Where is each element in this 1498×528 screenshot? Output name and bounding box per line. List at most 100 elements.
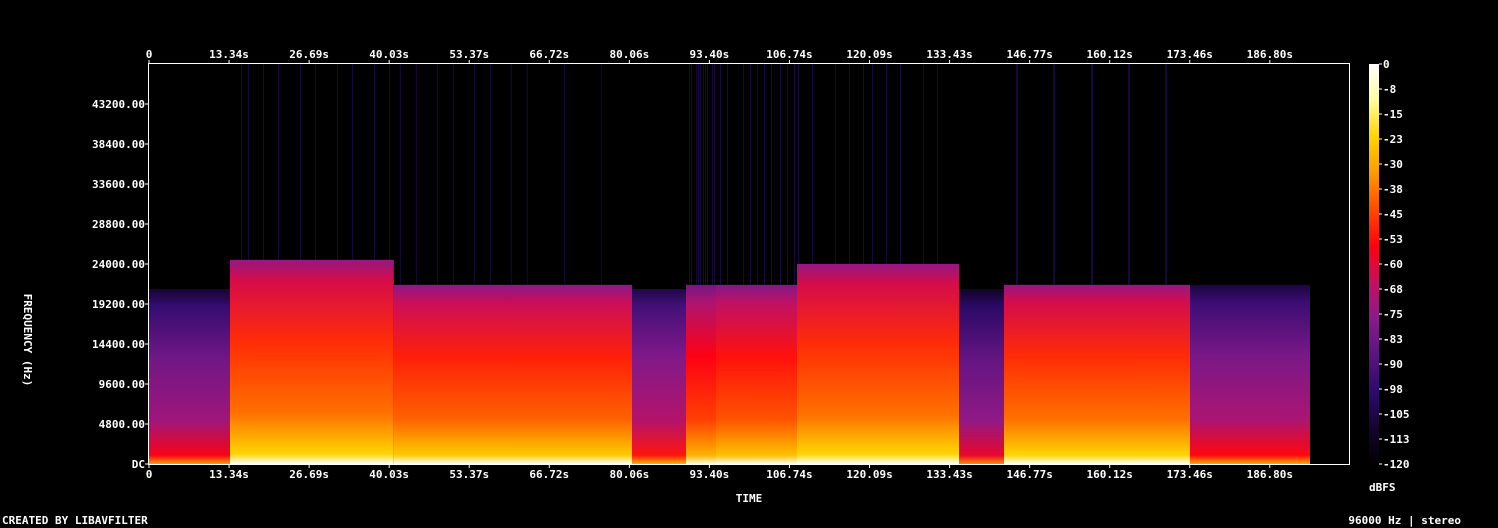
transient-streak (794, 64, 795, 285)
spectrogram-segment (797, 264, 959, 464)
x-tick-label-top: 66.72s (529, 48, 569, 61)
footer-credit: CREATED BY LIBAVFILTER (2, 514, 148, 527)
transient-streak (872, 64, 873, 264)
transient-streak (600, 64, 602, 285)
transient-streak (315, 64, 316, 260)
x-tick-label-bottom: 80.06s (609, 468, 649, 481)
x-ticks-top: 0 13.34s 26.69s 40.03s 53.37s 66.72s 80.06s 93.… (146, 48, 1293, 64)
colorbar-tick-label: -90 (1383, 358, 1403, 371)
x-tick-label-top: 93.40s (690, 48, 730, 61)
colorbar-tick-label: -98 (1383, 383, 1403, 396)
colorbar-tick-label: -38 (1383, 183, 1403, 196)
transient-streak (1166, 64, 1167, 285)
colorbar-tick-label: -8 (1383, 83, 1396, 96)
x-tick-label-top: 146.77s (1006, 48, 1052, 61)
x-tick-label-bottom: 53.37s (449, 468, 489, 481)
transient-streak (787, 64, 788, 285)
transient-streak (510, 64, 512, 285)
transient-streak (1053, 64, 1054, 285)
x-tick-label-top: 173.46s (1167, 48, 1213, 61)
transient-streak (863, 64, 864, 264)
spectrogram-segment (393, 284, 632, 464)
colorbar-ticks: 0 -8 -15 -23 -30 -38 -45 -53 -60 -68 -75 -83 -90 -98 -… (1379, 58, 1410, 471)
colorbar-tick-label: -23 (1383, 133, 1403, 146)
transient-streak (750, 64, 751, 285)
colorbar-tick-label: -105 (1383, 408, 1410, 421)
x-tick-label-top: 80.06s (609, 48, 649, 61)
colorbar-tick-label: -75 (1383, 308, 1403, 321)
x-ticks-bottom: 0 13.34s 26.69s 40.03s 53.37s 66.72s 80.06s 93.… (146, 464, 1293, 481)
spectrogram-segment (632, 289, 686, 464)
transient-streak (248, 64, 249, 260)
x-tick-label-top: 13.34s (209, 48, 249, 61)
y-tick-label: 14400.00 (92, 338, 145, 351)
x-tick-label-bottom: 66.72s (529, 468, 569, 481)
spectrogram-segment (149, 289, 230, 464)
y-tick-label: 38400.00 (92, 138, 145, 151)
transient-streak (691, 64, 692, 285)
transient-streak (399, 64, 401, 285)
x-tick-label-bottom: 160.12s (1087, 468, 1133, 481)
y-ticks: DC 4800.00 9600.00 14400.00 19200.00 24000.00… (92, 98, 149, 471)
x-tick-label-top: 120.09s (846, 48, 892, 61)
x-tick-label-bottom: 93.40s (690, 468, 730, 481)
x-tick-label-top: 106.74s (766, 48, 812, 61)
transient-streak (743, 64, 744, 285)
transient-streak (374, 64, 375, 260)
transient-streak (241, 64, 242, 260)
transient-streak (473, 64, 475, 285)
y-tick-label: 19200.00 (92, 298, 145, 311)
spectrogram-segment (959, 289, 1004, 464)
y-tick-label: 4800.00 (99, 418, 145, 431)
transient-streak (352, 64, 353, 260)
spectrogram-chart: 0 13.34s 26.69s 40.03s 53.37s 66.72s 80.06s 93.… (21, 48, 1410, 505)
x-tick-label-bottom: 26.69s (289, 468, 329, 481)
transient-streak (1016, 64, 1017, 285)
transient-streak (1128, 64, 1129, 285)
spectrogram-segment (1190, 284, 1310, 464)
colorbar-tick-label: -83 (1383, 333, 1403, 346)
x-tick-label-bottom: 133.43s (926, 468, 972, 481)
y-axis-label: FREQUENCY (Hz) (21, 294, 34, 387)
spectrogram-segment (686, 284, 716, 464)
transient-streak (707, 64, 708, 285)
transient-streak (278, 64, 279, 260)
y-tick-label: DC (132, 458, 145, 471)
transient-streak (415, 64, 417, 285)
transient-streak (452, 64, 454, 285)
transient-streak (1165, 64, 1166, 285)
transient-streak (1129, 64, 1130, 285)
colorbar-tick-label: 0 (1383, 58, 1390, 71)
transient-streak (720, 64, 721, 285)
transient-streak (798, 64, 799, 264)
colorbar-tick-label: -68 (1383, 283, 1403, 296)
transient-streak (337, 64, 338, 260)
colorbar-tick-label: -53 (1383, 233, 1403, 246)
x-axis-label: TIME (736, 492, 763, 505)
x-tick-label-top: 186.80s (1247, 48, 1293, 61)
transient-streak (712, 64, 713, 285)
x-tick-label-top: 160.12s (1087, 48, 1133, 61)
colorbar-tick-label: -30 (1383, 158, 1403, 171)
x-tick-label-bottom: 40.03s (369, 468, 409, 481)
transient-streak (703, 64, 704, 285)
colorbar-label: dBFS (1369, 481, 1396, 494)
x-tick-label-bottom: 173.46s (1167, 468, 1213, 481)
colorbar-tick-label: -15 (1383, 108, 1403, 121)
transient-streak (771, 64, 772, 285)
y-tick-label: 9600.00 (99, 378, 145, 391)
transient-streak (526, 64, 528, 285)
colorbar-tick-label: -45 (1383, 208, 1403, 221)
y-tick-label: 28800.00 (92, 218, 145, 231)
transient-streak (436, 64, 438, 285)
x-tick-label-bottom: 120.09s (846, 468, 892, 481)
x-tick-label-top: 133.43s (926, 48, 972, 61)
x-tick-label-top: 0 (146, 48, 153, 61)
transient-streak (700, 64, 701, 285)
transient-streak (764, 64, 765, 285)
transient-streak (835, 64, 836, 264)
transient-streak (849, 64, 850, 264)
transient-streak (1091, 64, 1092, 285)
colorbar-tick-label: -113 (1383, 433, 1410, 446)
x-tick-label-top: 53.37s (449, 48, 489, 61)
